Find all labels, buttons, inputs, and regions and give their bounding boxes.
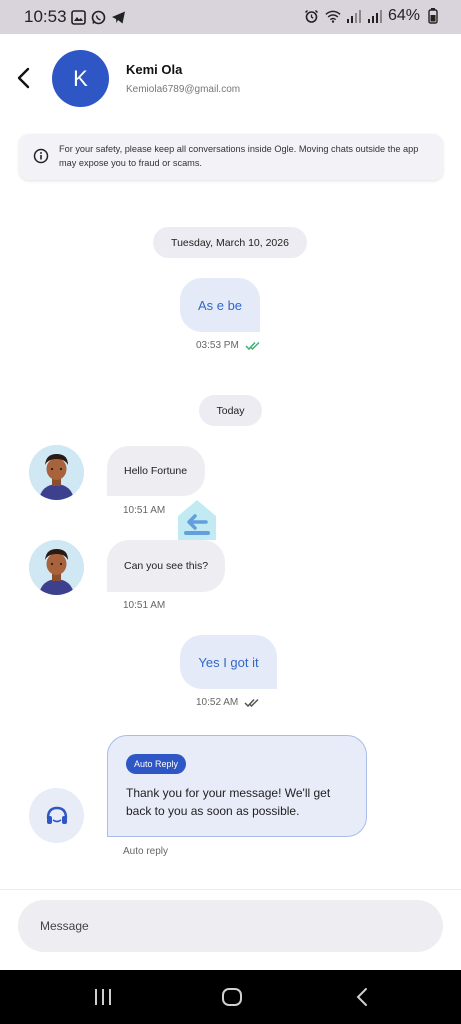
message-time: 03:53 PM <box>196 340 239 351</box>
system-back-button[interactable] <box>350 985 374 1009</box>
auto-reply-message[interactable]: Auto Reply Thank you for your message! W… <box>107 735 367 837</box>
recent-apps-button[interactable] <box>91 985 115 1009</box>
message-time: 10:51 AM <box>123 505 166 516</box>
chat-header: K Kemi Ola Kemiola6789@gmail.com <box>0 34 461 124</box>
date-separator: Tuesday, March 10, 2026 <box>153 227 307 258</box>
message-meta: 03:53 PM <box>196 340 263 351</box>
alarm-icon <box>304 8 320 24</box>
message-time: 10:52 AM <box>196 697 239 708</box>
chevron-left-icon <box>17 67 30 89</box>
home-icon <box>222 988 242 1006</box>
double-check-read-icon <box>245 341 260 350</box>
outgoing-message[interactable]: As e be <box>180 278 260 332</box>
gallery-icon <box>70 9 86 25</box>
telegram-icon <box>110 9 126 25</box>
headset-icon <box>46 806 67 824</box>
notification-icons <box>70 9 126 25</box>
battery-percent: 64% <box>387 7 420 24</box>
home-button[interactable] <box>220 985 244 1009</box>
sender-avatar[interactable] <box>29 540 84 595</box>
status-bar: 10:53 64% <box>0 0 461 34</box>
signal-icon <box>346 8 362 24</box>
auto-reply-text: Thank you for your message! We'll get ba… <box>126 786 331 818</box>
incoming-message[interactable]: Can you see this? <box>107 540 225 592</box>
composer-divider <box>0 889 461 890</box>
message-input[interactable] <box>18 900 443 952</box>
contact-name: Kemi Ola <box>126 62 183 77</box>
support-avatar <box>29 788 84 843</box>
safety-notice: For your safety, please keep all convers… <box>19 134 443 180</box>
signal-icon <box>367 8 383 24</box>
safety-notice-text: For your safety, please keep all convers… <box>59 144 419 168</box>
contact-avatar[interactable]: K <box>52 50 109 107</box>
outgoing-message[interactable]: Yes I got it <box>180 635 277 689</box>
contact-email: Kemiola6789@gmail.com <box>126 84 241 95</box>
status-time: 10:53 <box>24 7 67 26</box>
sender-avatar[interactable] <box>29 445 84 500</box>
date-separator: Today <box>199 395 262 426</box>
chevron-left-icon <box>356 988 367 1006</box>
person-avatar-icon <box>29 445 84 500</box>
battery-icon <box>425 8 441 24</box>
incoming-message[interactable]: Hello Fortune <box>107 446 205 496</box>
message-meta: 10:52 AM <box>196 697 262 708</box>
app-logo-watermark-icon <box>178 500 216 540</box>
system-nav-bar <box>0 970 461 1024</box>
double-check-icon <box>244 698 259 707</box>
person-avatar-icon <box>29 540 84 595</box>
wifi-icon <box>325 8 341 24</box>
info-icon <box>33 148 49 164</box>
message-time: 10:51 AM <box>123 600 166 611</box>
auto-reply-badge: Auto Reply <box>126 754 187 774</box>
auto-reply-caption: Auto reply <box>123 846 169 857</box>
system-icons: 64% <box>304 7 441 25</box>
whatsapp-icon <box>90 9 106 25</box>
back-button[interactable] <box>14 66 34 90</box>
recent-apps-icon <box>95 989 111 1005</box>
